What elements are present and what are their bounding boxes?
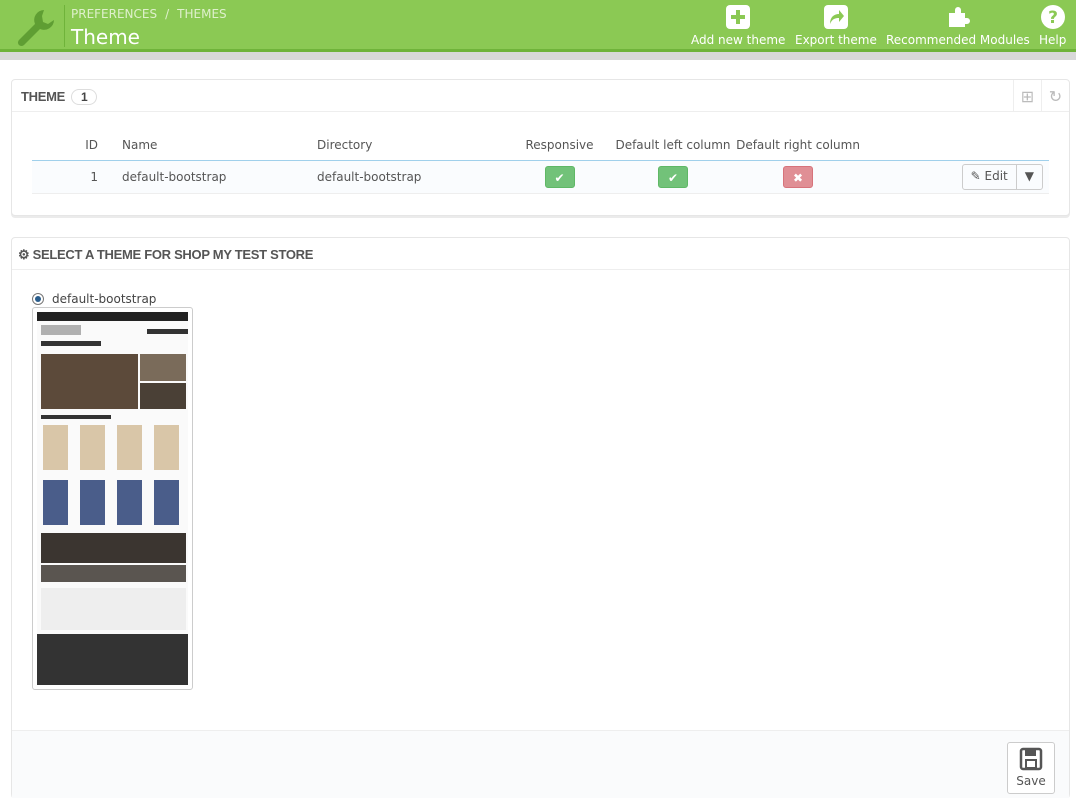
themes-panel-heading: THEME 1 (12, 80, 1069, 112)
puzzle-icon (948, 7, 970, 27)
recommended-modules-label: Recommended Modules (886, 33, 1030, 47)
add-icon[interactable]: ⊞ (1013, 80, 1041, 112)
page-title: Theme (71, 25, 140, 49)
add-new-theme-button[interactable]: Add new theme (691, 5, 785, 47)
plus-square-icon (726, 5, 751, 29)
theme-option-label: default-bootstrap (52, 292, 157, 306)
theme-screenshot (37, 312, 188, 685)
export-theme-label: Export theme (795, 33, 877, 47)
cell-directory: default-bootstrap (317, 160, 507, 194)
add-new-theme-label: Add new theme (691, 33, 786, 47)
check-icon[interactable]: ✔ (544, 165, 575, 188)
recommended-modules-button[interactable]: Recommended Modules (886, 5, 1030, 47)
check-icon[interactable]: ✔ (658, 165, 688, 188)
theme-preview-thumbnail[interactable] (32, 307, 193, 690)
edit-button[interactable]: ✎ Edit (963, 165, 1016, 189)
svg-text:?: ? (1048, 8, 1058, 28)
breadcrumb-preferences[interactable]: PREFERENCES (71, 7, 157, 21)
themes-table: ID Name Directory Responsive Default left co… (32, 130, 1049, 194)
breadcrumb-themes[interactable]: THEMES (177, 7, 227, 21)
help-label: Help (1039, 33, 1067, 47)
edit-button-group: ✎ Edit ▼ (961, 163, 1043, 190)
panel-title: THEME (21, 89, 66, 104)
cogs-icon: ⚙ (18, 247, 30, 262)
share-icon (823, 5, 848, 29)
page-header: PREFERENCES / THEMES Theme Add new theme E… (0, 0, 1076, 52)
cell-id: 1 (32, 160, 112, 194)
refresh-icon[interactable]: ↻ (1041, 80, 1069, 112)
export-theme-button[interactable]: Export theme (795, 5, 877, 47)
question-circle-icon: ? (1040, 5, 1065, 29)
panel-footer: Save (12, 730, 1069, 798)
column-left: Default left column (612, 130, 734, 161)
header-shadow (0, 52, 1076, 60)
pencil-icon: ✎ (970, 168, 981, 183)
select-theme-title: SELECT A THEME FOR SHOP MY TEST STORE (32, 247, 314, 262)
breadcrumb: PREFERENCES / THEMES (71, 7, 227, 21)
column-name[interactable]: Name (112, 130, 317, 161)
caret-down-icon[interactable]: ▼ (1015, 164, 1042, 189)
wrench-icon (17, 10, 54, 47)
save-button[interactable]: Save (1007, 742, 1055, 794)
themes-panel: THEME 1 ⊞ ↻ ID Name Directory Responsive Defau… (11, 79, 1070, 216)
theme-option[interactable]: default-bootstrap (32, 292, 156, 306)
column-id[interactable]: ID (32, 130, 112, 161)
select-theme-heading: ⚙ SELECT A THEME FOR SHOP MY TEST STORE (12, 238, 1069, 270)
save-label: Save (1016, 774, 1046, 788)
cell-name: default-bootstrap (112, 160, 317, 194)
header-divider (64, 5, 65, 47)
cross-icon[interactable]: ✖ (783, 165, 813, 188)
table-row: 1 default-bootstrap default-bootstrap ✔ … (32, 160, 1049, 194)
edit-label: Edit (984, 168, 1008, 183)
column-responsive: Responsive (507, 130, 612, 161)
column-right: Default right column (734, 130, 862, 161)
floppy-disk-icon (1019, 747, 1043, 771)
theme-count-badge: 1 (71, 89, 98, 105)
help-button[interactable]: ? Help (1039, 5, 1066, 47)
column-directory: Directory (317, 130, 507, 161)
theme-radio[interactable] (32, 293, 44, 305)
